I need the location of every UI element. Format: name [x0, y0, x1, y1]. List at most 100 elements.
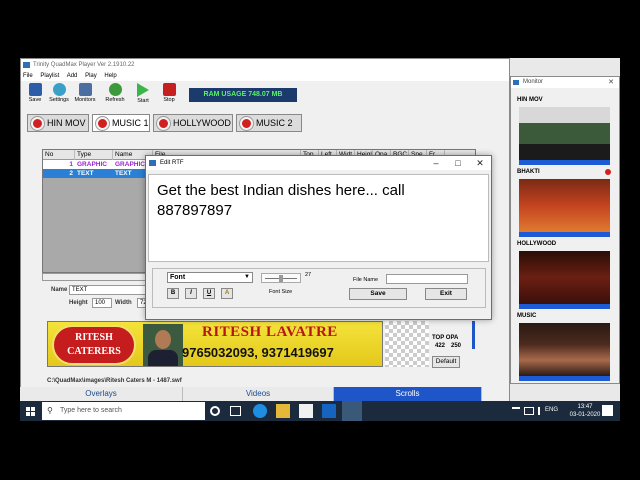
system-clock[interactable]: 13:47 03-01-2020	[564, 403, 606, 419]
record-icon	[240, 117, 253, 130]
refresh-icon	[108, 83, 122, 96]
chevron-down-icon: ▼	[244, 274, 250, 280]
height-label: Height	[69, 300, 88, 306]
menu-playlist[interactable]: Playlist	[40, 73, 59, 79]
notification-icon[interactable]	[602, 405, 613, 416]
dialog-title-bar: Edit RTF – □ ✕	[146, 156, 491, 170]
banner-name: RITESH LAVATRE	[202, 324, 338, 340]
tab-label: HOLLYWOOD	[173, 118, 231, 128]
channel-preview[interactable]	[519, 107, 610, 165]
font-color-button[interactable]: A	[221, 288, 233, 299]
italic-button[interactable]: I	[185, 288, 197, 299]
monitor-icon	[78, 83, 92, 96]
font-dropdown[interactable]: Font ▼	[167, 272, 253, 283]
record-icon	[96, 117, 109, 130]
row-type: GRAPHIC	[77, 161, 107, 168]
tab-videos[interactable]: Videos	[183, 387, 334, 401]
table-horizontal-scrollbar[interactable]	[42, 273, 152, 281]
format-panel: Font ▼ B I U A 27 Font Size File Name Sa…	[152, 268, 486, 308]
main-title-bar: Trinity QuadMax Player Ver 2.1910.22	[21, 59, 509, 71]
rtf-text-area[interactable]: Get the best Indian dishes here... call …	[148, 174, 489, 262]
tab-scrolls[interactable]: Scrolls	[334, 387, 482, 401]
app-icon	[23, 62, 30, 68]
dialog-title: Edit RTF	[160, 160, 184, 166]
tab-overlays[interactable]: Overlays	[20, 387, 183, 401]
monitor-window: Monitor ✕ HIN MOV BHAKTI HOLLYWOOD MUSIC	[510, 76, 620, 384]
taskbar-search-box[interactable]: ⚲ Type here to search	[42, 402, 205, 420]
windows-start-icon[interactable]	[20, 401, 40, 421]
monitors-tool-label: Monitors	[74, 97, 96, 103]
tab-label: HIN MOV	[47, 118, 86, 128]
menu-play[interactable]: Play	[85, 73, 97, 79]
monitor-title-bar: Monitor ✕	[511, 77, 619, 88]
font-size-slider[interactable]	[261, 273, 301, 283]
task-view-icon[interactable]	[230, 406, 241, 416]
start-tool-label: Start	[137, 98, 149, 104]
height-field[interactable]: 100	[92, 298, 112, 308]
refresh-tool-button[interactable]: Refresh	[101, 83, 129, 109]
tab-label: MUSIC 2	[256, 118, 293, 128]
row-type: TEXT	[77, 170, 94, 177]
menu-file[interactable]: File	[23, 73, 33, 79]
edge-icon[interactable]	[253, 404, 267, 418]
network-icon[interactable]	[524, 407, 534, 415]
clock-time: 13:47	[577, 404, 593, 410]
underline-button[interactable]: U	[203, 288, 215, 299]
language-indicator[interactable]: ENG	[545, 407, 558, 413]
font-size-value: 27	[305, 272, 312, 278]
stop-tool-button[interactable]: Stop	[155, 83, 183, 109]
caterers-logo: RITESH CATERERS	[52, 325, 136, 365]
close-icon[interactable]: ✕	[469, 156, 491, 170]
column-header[interactable]: Type	[75, 150, 113, 160]
cortana-icon[interactable]	[210, 406, 220, 416]
vertical-indicator	[472, 321, 475, 349]
channel-label: HIN MOV	[517, 97, 543, 103]
file-name-field[interactable]	[386, 274, 468, 284]
tab-hin-mov[interactable]: HIN MOV	[27, 114, 89, 132]
file-explorer-icon[interactable]	[276, 404, 290, 418]
name-label: Name	[51, 287, 68, 293]
exit-button[interactable]: Exit	[425, 288, 467, 300]
logo-line-1: RITESH	[75, 332, 113, 343]
tab-music-1[interactable]: MUSIC 1	[92, 114, 150, 132]
save-button[interactable]: Save	[349, 288, 407, 300]
mail-icon[interactable]	[322, 404, 336, 418]
start-tool-button[interactable]: Start	[129, 83, 157, 109]
tab-label: MUSIC 1	[112, 118, 149, 128]
file-name-label: File Name	[353, 277, 379, 283]
menu-add[interactable]: Add	[67, 73, 78, 79]
app-icon	[149, 160, 156, 166]
tab-hollywood[interactable]: HOLLYWOOD	[153, 114, 233, 132]
taskbar: ⚲ Type here to search ENG 13:47 03-01-20…	[20, 401, 620, 421]
edit-rtf-dialog: Edit RTF – □ ✕ Get the best Indian dishe…	[145, 155, 492, 320]
settings-tool-label: Settings	[49, 97, 69, 103]
row-no: 1	[69, 161, 73, 168]
default-button[interactable]: Default	[432, 356, 460, 368]
row-no: 2	[69, 170, 73, 177]
bold-button[interactable]: B	[167, 288, 179, 299]
quadmax-taskbar-icon[interactable]	[342, 401, 362, 421]
tray-arrow-icon[interactable]	[512, 407, 520, 415]
channel-preview[interactable]	[519, 251, 610, 309]
monitors-tool-button[interactable]: Monitors	[71, 83, 99, 109]
menu-help[interactable]: Help	[104, 73, 116, 79]
record-icon	[157, 117, 170, 130]
name-field[interactable]: TEXT	[69, 285, 147, 295]
column-header[interactable]: No	[43, 150, 75, 160]
record-icon	[31, 117, 44, 130]
monitor-title: Monitor	[523, 79, 544, 85]
channel-preview[interactable]	[519, 323, 610, 381]
minimize-icon[interactable]: –	[425, 156, 447, 170]
bottom-tabs: Overlays Videos Scrolls	[20, 387, 510, 401]
close-icon[interactable]: ✕	[608, 77, 614, 88]
settings-tool-button[interactable]: Settings	[45, 83, 73, 109]
channel-preview[interactable]	[519, 179, 610, 237]
font-size-label: Font Size	[269, 289, 293, 295]
maximize-icon[interactable]: □	[447, 156, 469, 170]
scroll-banner-preview: RITESH CATERERS RITESH LAVATRE 976503209…	[47, 321, 383, 367]
file-path: C:\QuadMax\images\Ritesh Caters M - 1487…	[47, 378, 182, 384]
tab-music-2[interactable]: MUSIC 2	[236, 114, 302, 132]
search-placeholder: Type here to search	[60, 407, 122, 414]
save-tool-label: Save	[28, 97, 42, 103]
store-icon[interactable]	[299, 404, 313, 418]
